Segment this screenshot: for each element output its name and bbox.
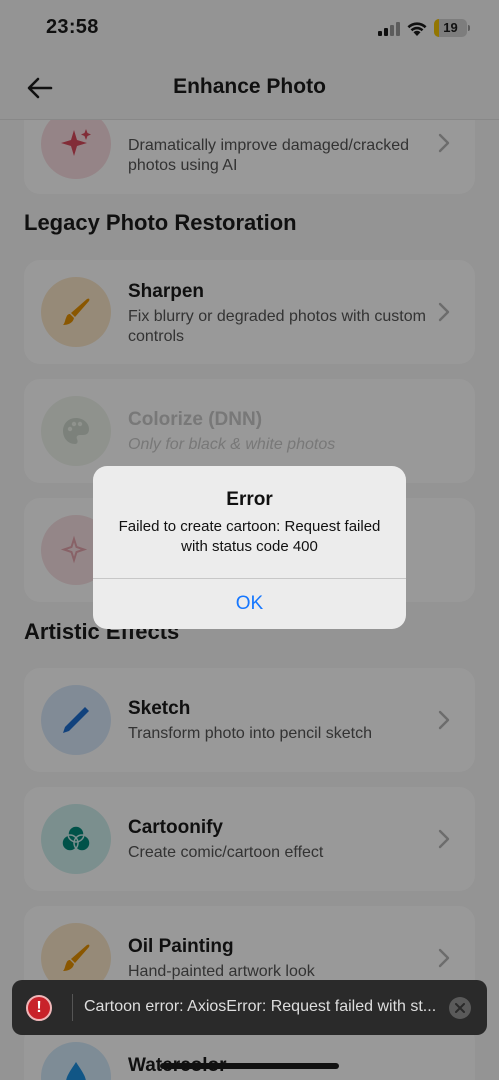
ok-button[interactable]: OK	[93, 579, 406, 629]
error-alert-dialog: Error Failed to create cartoon: Request …	[93, 466, 406, 629]
home-indicator	[160, 1063, 339, 1069]
alert-title: Error	[226, 489, 273, 510]
toast-divider	[72, 994, 73, 1021]
error-icon: !	[26, 995, 52, 1021]
close-icon[interactable]	[449, 997, 471, 1019]
error-toast: ! Cartoon error: AxiosError: Request fai…	[12, 980, 487, 1035]
toast-message: Cartoon error: AxiosError: Request faile…	[84, 998, 437, 1015]
alert-message: Failed to create cartoon: Request failed…	[118, 518, 381, 555]
